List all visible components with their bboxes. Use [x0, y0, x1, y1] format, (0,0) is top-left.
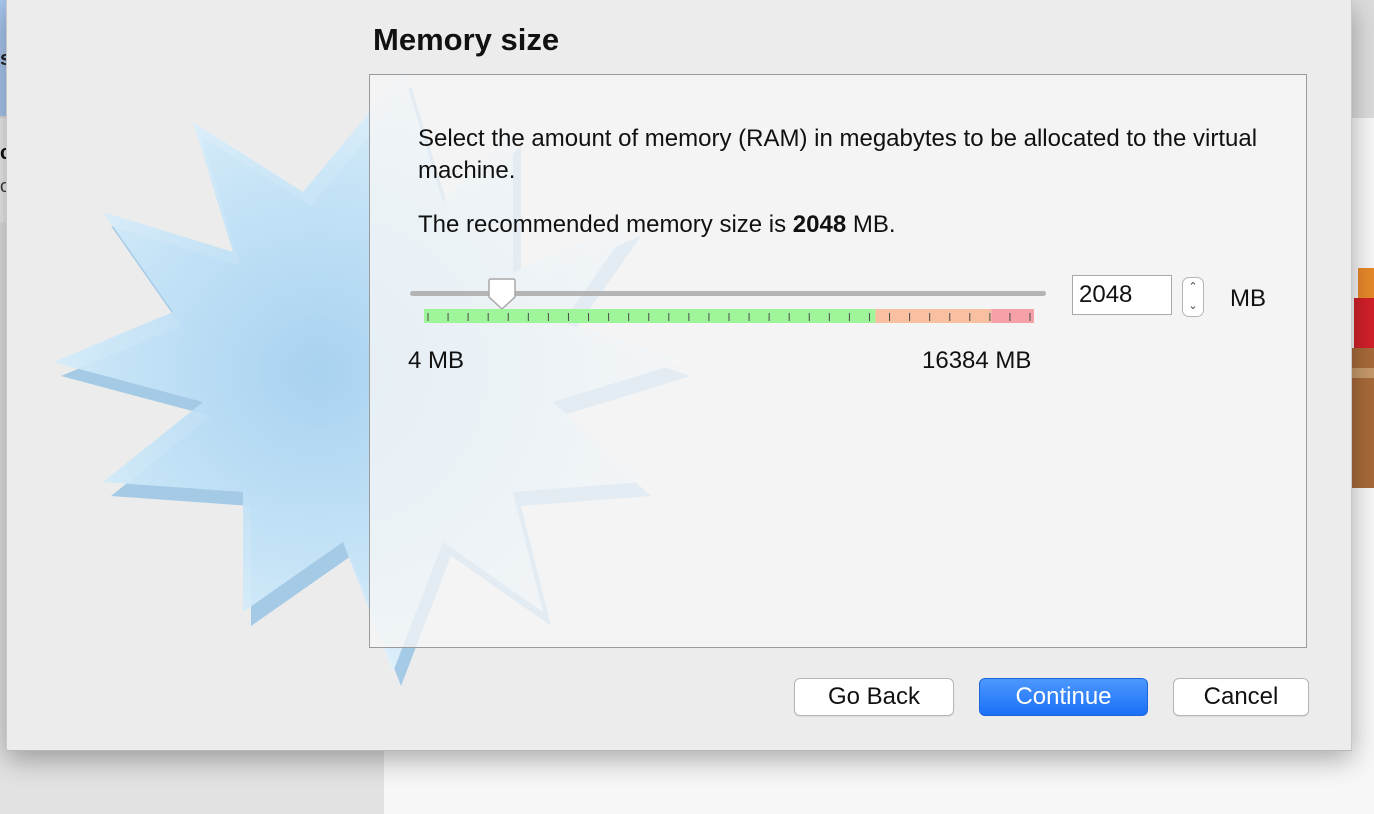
- slider-max-label: 16384 MB: [922, 347, 1032, 374]
- scale-segment-danger: [991, 309, 1034, 323]
- chevron-up-icon[interactable]: ⌃: [1183, 278, 1203, 297]
- recommendation-prefix: The recommended memory size is: [418, 211, 793, 238]
- go-back-button[interactable]: Go Back: [794, 678, 954, 716]
- slider-thumb-icon[interactable]: [484, 277, 520, 313]
- recommendation-suffix: MB.: [846, 211, 896, 238]
- memory-stepper[interactable]: ⌃ ⌄: [1182, 277, 1204, 317]
- memory-size-dialog: Memory size Select the amount of memory …: [6, 0, 1352, 751]
- memory-size-input[interactable]: [1072, 275, 1172, 315]
- content-panel: Select the amount of memory (RAM) in meg…: [369, 74, 1307, 648]
- scale-segment-caution: [875, 309, 992, 323]
- slider-min-label: 4 MB: [408, 347, 465, 374]
- description-text: Select the amount of memory (RAM) in meg…: [418, 125, 1258, 184]
- cancel-button[interactable]: Cancel: [1173, 678, 1309, 716]
- unit-label: MB: [1230, 285, 1266, 312]
- page-title: Memory size: [373, 22, 560, 57]
- recommended-value: 2048: [792, 211, 847, 238]
- memory-scale-bar: [424, 309, 1034, 323]
- scale-segment-safe: [424, 309, 876, 323]
- chevron-down-icon[interactable]: ⌄: [1183, 297, 1203, 316]
- recommendation-text: The recommended memory size is 2048 MB.: [418, 211, 896, 239]
- continue-button[interactable]: Continue: [979, 678, 1148, 716]
